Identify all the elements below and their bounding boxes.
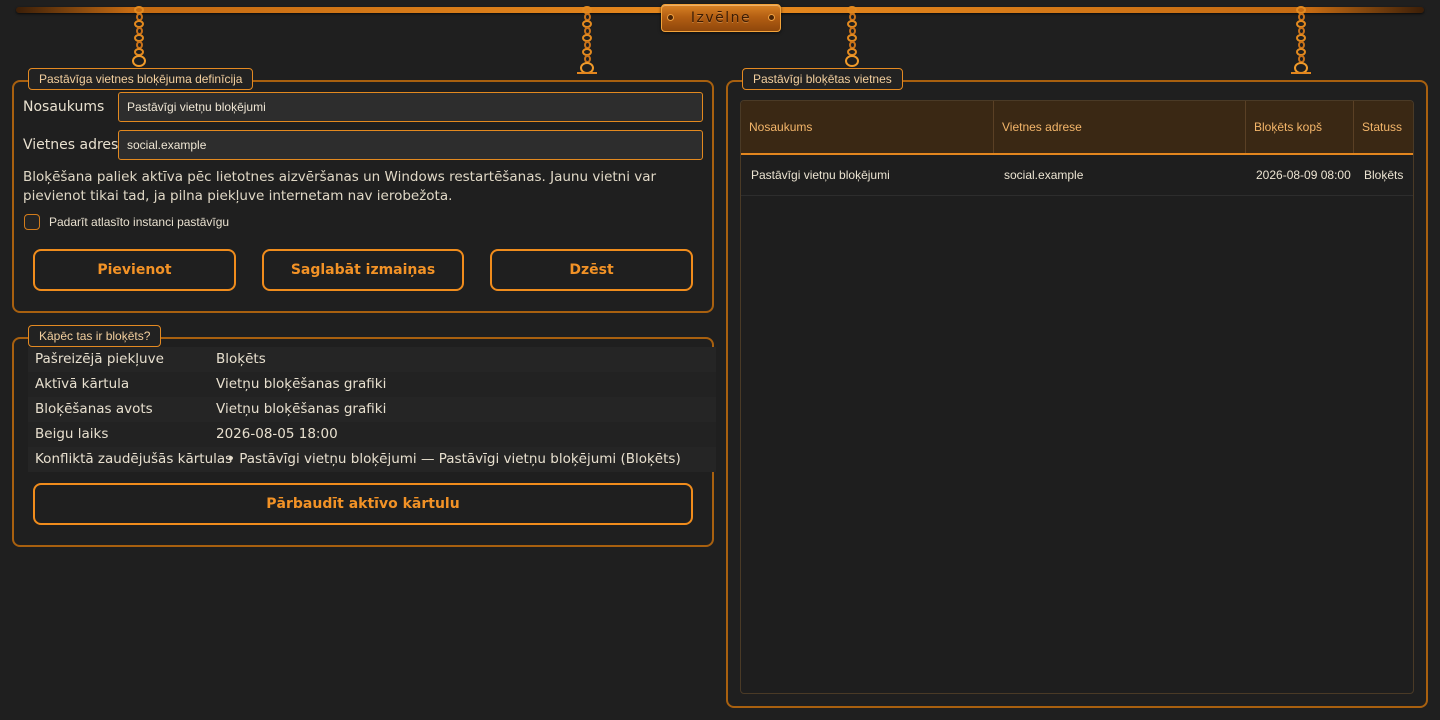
bolt-icon	[668, 15, 673, 20]
info-key: Bloķēšanas avots	[35, 401, 153, 417]
column-header-name[interactable]: Nosaukums	[741, 101, 994, 153]
info-row: Pašreizējā piekļuve Bloķēts	[28, 347, 716, 372]
table-header: Nosaukums Vietnes adrese Bloķēts kopš St…	[741, 101, 1413, 155]
description-text: Bloķēšana paliek aktīva pēc lietotnes ai…	[23, 169, 657, 204]
column-header-address[interactable]: Vietnes adrese	[994, 101, 1246, 153]
cell-name: Pastāvīgi vietņu bloķējumi	[751, 168, 890, 182]
info-value: Bloķēts	[216, 351, 266, 367]
chain-ornament	[132, 6, 146, 67]
blocked-sites-table[interactable]: Nosaukums Vietnes adrese Bloķēts kopš St…	[740, 100, 1414, 694]
cell-address: social.example	[1004, 168, 1084, 182]
chain-ornament	[1291, 6, 1311, 74]
chain-ornament	[845, 6, 859, 67]
menu-button[interactable]: Izvēlne	[661, 4, 781, 32]
info-row: Konfliktā zaudējušās kārtulas • Pastāvīg…	[28, 447, 716, 472]
app-window: Izvēlne Pastāvīga vietnes bloķējuma defi…	[0, 0, 1440, 720]
add-button[interactable]: Pievienot	[33, 249, 236, 291]
info-value: Vietņu bloķēšanas grafiki	[216, 401, 387, 417]
info-key: Beigu laiks	[35, 426, 109, 442]
address-label: Vietnes adrese	[23, 137, 127, 153]
chain-ornament	[577, 6, 597, 74]
info-value: 2026-08-05 18:00	[216, 426, 338, 442]
name-field[interactable]	[118, 92, 703, 122]
info-key: Aktīvā kārtula	[35, 376, 130, 392]
persistent-checkbox-label: Padarīt atlasīto instanci pastāvīgu	[49, 215, 230, 229]
cell-blocked-since: 2026-08-09 08:00	[1256, 168, 1351, 182]
blocked-sites-group-title: Pastāvīgi bloķētas vietnes	[742, 68, 903, 90]
delete-button[interactable]: Dzēst	[490, 249, 693, 291]
definition-group-title: Pastāvīga vietnes bloķējuma definīcija	[28, 68, 254, 90]
info-row: Aktīvā kārtula Vietņu bloķēšanas grafiki	[28, 372, 716, 397]
bolt-icon	[769, 15, 774, 20]
save-changes-button[interactable]: Saglabāt izmaiņas	[262, 249, 464, 291]
info-value: • Pastāvīgi vietņu bloķējumi — Pastāvīgi…	[227, 451, 681, 467]
menu-label: Izvēlne	[690, 10, 752, 26]
info-row: Beigu laiks 2026-08-05 18:00	[28, 422, 716, 447]
address-field[interactable]	[118, 130, 703, 160]
info-row: Bloķēšanas avots Vietņu bloķēšanas grafi…	[28, 397, 716, 422]
column-header-status[interactable]: Statuss	[1354, 101, 1413, 153]
info-key: Konfliktā zaudējušās kārtulas	[35, 451, 233, 467]
column-header-blocked-since[interactable]: Bloķēts kopš	[1246, 101, 1354, 153]
info-value: Vietņu bloķēšanas grafiki	[216, 376, 387, 392]
why-blocked-group-title: Kāpēc tas ir bloķēts?	[28, 325, 162, 347]
info-key: Pašreizējā piekļuve	[35, 351, 164, 367]
name-label: Nosaukums	[23, 99, 105, 115]
cell-status: Bloķēts	[1364, 168, 1404, 182]
table-row[interactable]: Pastāvīgi vietņu bloķējumi social.exampl…	[741, 155, 1413, 196]
persistent-checkbox[interactable]	[24, 214, 40, 230]
check-active-rule-button[interactable]: Pārbaudīt aktīvo kārtulu	[33, 483, 693, 525]
